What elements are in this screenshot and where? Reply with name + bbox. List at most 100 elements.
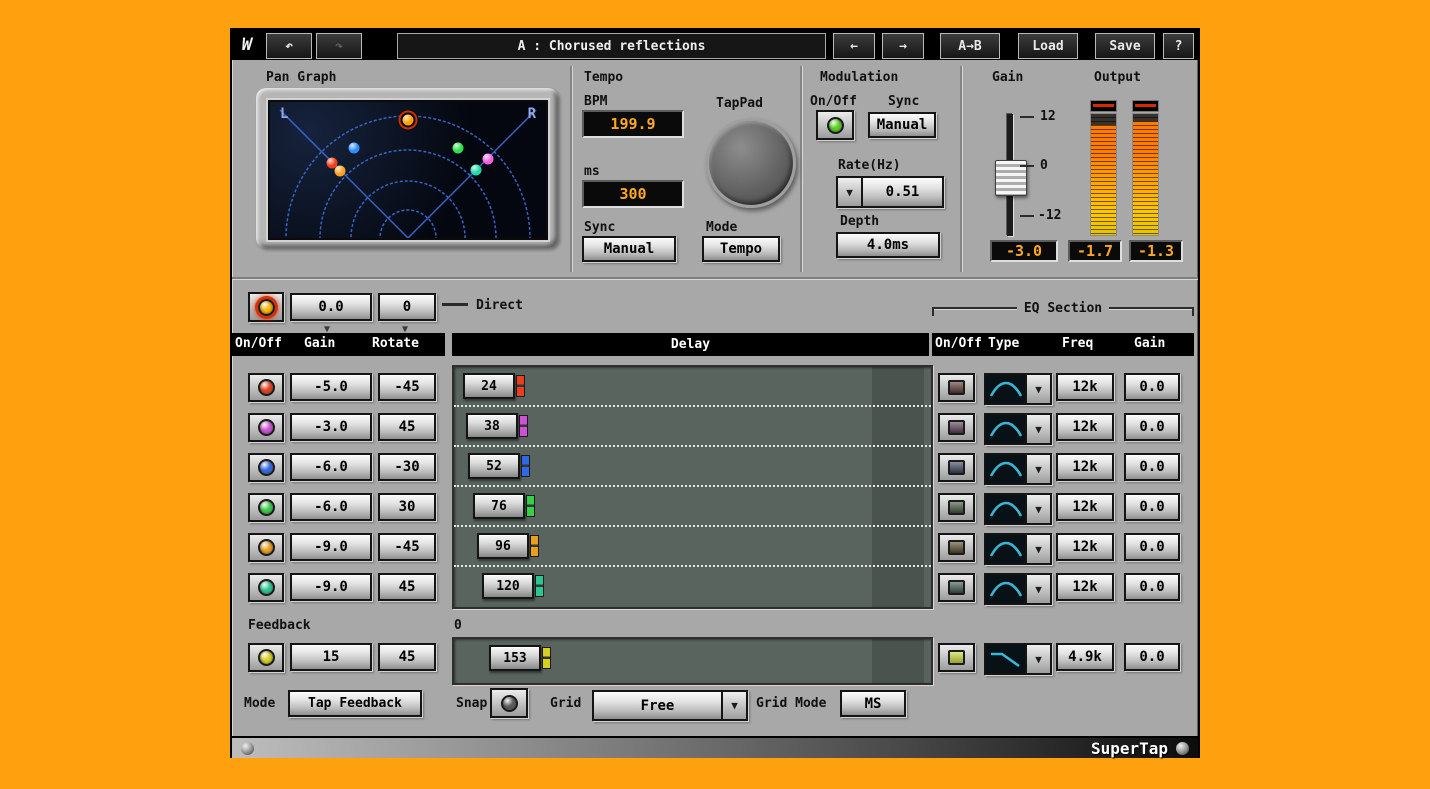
pan-dot[interactable] bbox=[470, 165, 481, 176]
eq-1-gain-button[interactable]: 0.0 bbox=[1124, 373, 1180, 401]
rate-value[interactable]: 0.51 bbox=[863, 178, 942, 206]
tap-6-rotate-button[interactable]: 45 bbox=[378, 573, 436, 601]
tap-5-onoff-led-button[interactable] bbox=[248, 533, 284, 562]
eq-5-freq-button[interactable]: 12k bbox=[1056, 533, 1114, 561]
eq-3-gain-button[interactable]: 0.0 bbox=[1124, 453, 1180, 481]
pan-dot[interactable] bbox=[483, 154, 494, 165]
dropdown-arrow-icon[interactable]: ▼ bbox=[1025, 495, 1050, 523]
tap-2-delay-marker[interactable]: 38 bbox=[466, 413, 528, 439]
tap-6-delay-marker[interactable]: 120 bbox=[482, 573, 544, 599]
tempo-sync-button[interactable]: Manual bbox=[582, 236, 676, 262]
feedback-rotate-button[interactable]: 45 bbox=[378, 643, 436, 671]
feedback-eq-onoff-led-button[interactable] bbox=[938, 643, 975, 672]
dropdown-arrow-icon[interactable]: ▼ bbox=[1025, 535, 1050, 563]
tap-1-onoff-led-button[interactable] bbox=[248, 373, 284, 402]
dropdown-arrow-icon[interactable]: ▼ bbox=[838, 178, 863, 206]
eq-2-onoff-led-button[interactable] bbox=[938, 413, 975, 442]
save-button[interactable]: Save bbox=[1095, 33, 1155, 59]
pan-dot[interactable] bbox=[403, 114, 414, 125]
eq-4-type-select[interactable]: ▼ bbox=[984, 493, 1052, 525]
tap-4-delay-marker[interactable]: 76 bbox=[473, 493, 535, 519]
dropdown-arrow-icon[interactable]: ▼ bbox=[1025, 415, 1050, 443]
modulation-onoff-led-button[interactable] bbox=[816, 110, 854, 140]
eq-1-type-select[interactable]: ▼ bbox=[984, 373, 1052, 405]
tap-4-rotate-button[interactable]: 30 bbox=[378, 493, 436, 521]
grid-select[interactable]: Free ▼ bbox=[592, 690, 748, 721]
eq-1-freq-button[interactable]: 12k bbox=[1056, 373, 1114, 401]
feedback-eq-freq-button[interactable]: 4.9k bbox=[1056, 643, 1114, 671]
eq-5-onoff-led-button[interactable] bbox=[938, 533, 975, 562]
waves-sphere-icon[interactable] bbox=[241, 742, 254, 755]
gain-value-display[interactable]: -3.0 bbox=[990, 240, 1058, 262]
help-button[interactable]: ? bbox=[1163, 33, 1194, 59]
eq-1-onoff-led-button[interactable] bbox=[938, 373, 975, 402]
eq-6-gain-button[interactable]: 0.0 bbox=[1124, 573, 1180, 601]
feedback-delay-marker[interactable]: 153 bbox=[489, 645, 551, 671]
eq-6-onoff-led-button[interactable] bbox=[938, 573, 975, 602]
redo-button[interactable]: ↷ bbox=[316, 33, 362, 59]
tap-5-delay-marker[interactable]: 96 bbox=[477, 533, 539, 559]
direct-rotate-button[interactable]: 0 bbox=[378, 293, 436, 321]
eq-5-gain-button[interactable]: 0.0 bbox=[1124, 533, 1180, 561]
gridmode-button[interactable]: MS bbox=[840, 690, 906, 717]
eq-6-type-select[interactable]: ▼ bbox=[984, 573, 1052, 605]
feedback-eq-gain-button[interactable]: 0.0 bbox=[1124, 643, 1180, 671]
eq-3-onoff-led-button[interactable] bbox=[938, 453, 975, 482]
eq-4-onoff-led-button[interactable] bbox=[938, 493, 975, 522]
tap-6-onoff-led-button[interactable] bbox=[248, 573, 284, 602]
eq-5-type-select[interactable]: ▼ bbox=[984, 533, 1052, 565]
tappad-button[interactable] bbox=[706, 118, 796, 208]
direct-gain-button[interactable]: 0.0 bbox=[290, 293, 372, 321]
tempo-mode-button[interactable]: Tempo bbox=[702, 236, 780, 262]
tap-1-rotate-button[interactable]: -45 bbox=[378, 373, 436, 401]
dropdown-arrow-icon[interactable]: ▼ bbox=[721, 692, 746, 719]
load-button[interactable]: Load bbox=[1018, 33, 1078, 59]
depth-button[interactable]: 4.0ms bbox=[836, 232, 940, 258]
tap-3-rotate-button[interactable]: -30 bbox=[378, 453, 436, 481]
pan-dot[interactable] bbox=[452, 143, 463, 154]
preset-name-display[interactable]: A : Chorused reflections bbox=[397, 33, 826, 59]
dropdown-arrow-icon[interactable]: ▼ bbox=[1025, 575, 1050, 603]
eq-2-gain-button[interactable]: 0.0 bbox=[1124, 413, 1180, 441]
dropdown-arrow-icon[interactable]: ▼ bbox=[1025, 375, 1050, 403]
feedback-gain-button[interactable]: 15 bbox=[290, 643, 372, 671]
eq-6-freq-button[interactable]: 12k bbox=[1056, 573, 1114, 601]
eq-3-type-select[interactable]: ▼ bbox=[984, 453, 1052, 485]
tap-2-rotate-button[interactable]: 45 bbox=[378, 413, 436, 441]
mode-button[interactable]: Tap Feedback bbox=[288, 690, 422, 717]
tap-2-gain-button[interactable]: -3.0 bbox=[290, 413, 372, 441]
tap-2-onoff-led-button[interactable] bbox=[248, 413, 284, 442]
rate-select[interactable]: ▼ 0.51 bbox=[836, 176, 944, 208]
eq-4-gain-button[interactable]: 0.0 bbox=[1124, 493, 1180, 521]
a-to-b-button[interactable]: A→B bbox=[940, 33, 1000, 59]
pan-graph-screen[interactable]: L R bbox=[268, 100, 548, 240]
ms-display[interactable]: 300 bbox=[582, 180, 684, 208]
undo-button[interactable]: ↶ bbox=[266, 33, 312, 59]
eq-4-freq-button[interactable]: 12k bbox=[1056, 493, 1114, 521]
tap-1-gain-button[interactable]: -5.0 bbox=[290, 373, 372, 401]
grid-value[interactable]: Free bbox=[594, 692, 721, 719]
eq-3-freq-button[interactable]: 12k bbox=[1056, 453, 1114, 481]
tap-4-gain-button[interactable]: -6.0 bbox=[290, 493, 372, 521]
eq-2-freq-button[interactable]: 12k bbox=[1056, 413, 1114, 441]
tap-5-gain-button[interactable]: -9.0 bbox=[290, 533, 372, 561]
dropdown-arrow-icon[interactable]: ▼ bbox=[1025, 645, 1050, 673]
modulation-sync-button[interactable]: Manual bbox=[868, 112, 936, 138]
feedback-eq-type-select[interactable]: ▼ bbox=[984, 643, 1052, 675]
next-preset-button[interactable]: → bbox=[882, 33, 924, 59]
tap-5-rotate-button[interactable]: -45 bbox=[378, 533, 436, 561]
prev-preset-button[interactable]: ← bbox=[833, 33, 875, 59]
feedback-onoff-led-button[interactable] bbox=[248, 643, 284, 672]
pan-dot[interactable] bbox=[335, 166, 346, 177]
direct-onoff-led-button[interactable] bbox=[248, 292, 284, 322]
pan-dot[interactable] bbox=[349, 143, 360, 154]
eq-2-type-select[interactable]: ▼ bbox=[984, 413, 1052, 445]
tap-6-gain-button[interactable]: -9.0 bbox=[290, 573, 372, 601]
tap-1-delay-marker[interactable]: 24 bbox=[463, 373, 525, 399]
tap-4-onoff-led-button[interactable] bbox=[248, 493, 284, 522]
tap-3-onoff-led-button[interactable] bbox=[248, 453, 284, 482]
snap-led-button[interactable] bbox=[490, 688, 528, 718]
tap-3-gain-button[interactable]: -6.0 bbox=[290, 453, 372, 481]
bpm-display[interactable]: 199.9 bbox=[582, 110, 684, 138]
dropdown-arrow-icon[interactable]: ▼ bbox=[1025, 455, 1050, 483]
